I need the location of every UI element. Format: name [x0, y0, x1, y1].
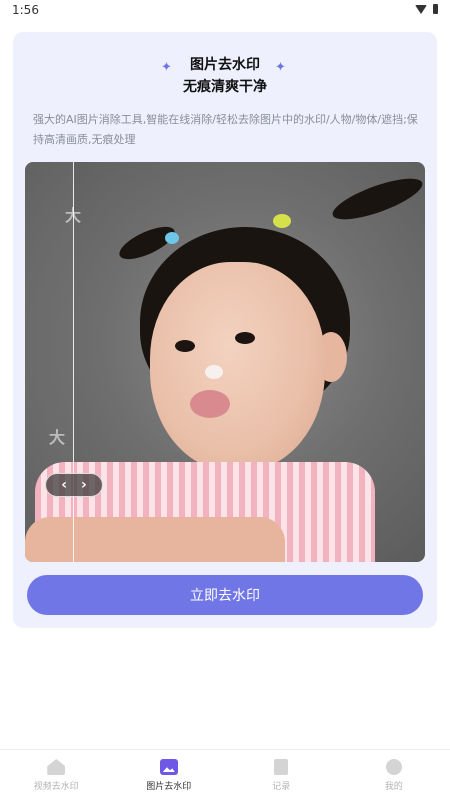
nav-label: 图片去水印 — [146, 779, 191, 792]
child-face — [150, 262, 325, 472]
compare-slider-handle[interactable]: ‹ › — [45, 473, 103, 497]
watermark-text: 大 — [49, 424, 65, 448]
child-nose — [205, 365, 223, 379]
child-eye-left — [175, 340, 195, 352]
profile-icon — [386, 759, 402, 775]
battery-icon — [433, 4, 438, 14]
record-icon — [274, 759, 288, 775]
pigtail-right — [328, 171, 425, 228]
card-title: 图片去水印 — [13, 54, 437, 74]
chevron-right-icon: › — [81, 477, 87, 493]
nav-label: 记录 — [272, 779, 290, 792]
nav-item-records[interactable]: 记录 — [225, 750, 338, 801]
remove-watermark-button[interactable]: 立即去水印 — [27, 575, 423, 615]
watermark-removal-card: ✦ ✦ 图片去水印 无痕清爽干净 强大的AI图片消除工具,智能在线消除/轻松去除… — [13, 32, 437, 628]
home-icon — [47, 759, 65, 775]
nav-label: 我的 — [385, 779, 403, 792]
before-after-preview[interactable]: 大 大 ‹ › — [25, 162, 425, 562]
child-mouth — [190, 390, 230, 418]
child-eye-right — [235, 332, 255, 344]
nav-item-video-watermark[interactable]: 视频去水印 — [0, 750, 113, 801]
nav-item-image-watermark[interactable]: 图片去水印 — [113, 750, 226, 801]
card-subtitle: 无痕清爽干净 — [13, 76, 437, 96]
compare-divider[interactable] — [73, 162, 74, 562]
wifi-icon — [415, 5, 427, 14]
status-bar: 1:56 — [0, 0, 450, 22]
bottom-nav: 视频去水印 图片去水印 记录 我的 — [0, 749, 450, 801]
child-arm — [25, 517, 285, 562]
nav-label: 视频去水印 — [34, 779, 79, 792]
hair-clip-yellow — [273, 214, 291, 228]
chevron-left-icon: ‹ — [61, 477, 67, 493]
status-time: 1:56 — [12, 3, 39, 17]
status-icons — [415, 4, 438, 14]
hair-clip-blue — [165, 232, 179, 244]
nav-item-mine[interactable]: 我的 — [338, 750, 450, 801]
image-icon — [160, 759, 178, 775]
card-description: 强大的AI图片消除工具,智能在线消除/轻松去除图片中的水印/人物/物体/遮挡;保… — [33, 110, 419, 150]
